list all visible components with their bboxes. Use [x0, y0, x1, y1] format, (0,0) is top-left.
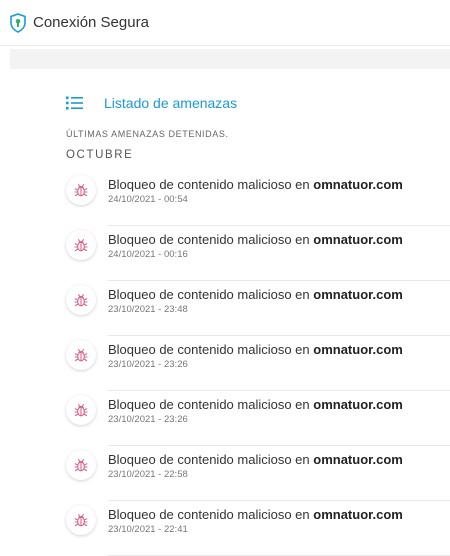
- threat-message-text: Bloqueo de contenido malicioso en: [108, 232, 314, 247]
- threat-domain: omnatuor.com: [313, 232, 403, 247]
- threat-text: Bloqueo de contenido malicioso en omnatu…: [108, 232, 403, 260]
- threat-domain: omnatuor.com: [313, 287, 403, 302]
- threat-text: Bloqueo de contenido malicioso en omnatu…: [108, 397, 403, 425]
- threat-item[interactable]: Bloqueo de contenido malicioso en omnatu…: [66, 226, 450, 281]
- threat-text: Bloqueo de contenido malicioso en omnatu…: [108, 452, 403, 480]
- threat-message-text: Bloqueo de contenido malicioso en: [108, 452, 314, 467]
- threat-domain: omnatuor.com: [313, 177, 403, 192]
- threat-message-text: Bloqueo de contenido malicioso en: [108, 287, 314, 302]
- threat-message: Bloqueo de contenido malicioso en omnatu…: [108, 452, 403, 467]
- recent-threats-caption: ÚLTIMAS AMENAZAS DETENIDAS.: [66, 129, 229, 139]
- bug-icon: [74, 184, 88, 197]
- threat-timestamp: 24/10/2021 - 00:54: [108, 194, 188, 205]
- threat-list: Bloqueo de contenido malicioso en omnatu…: [66, 171, 450, 556]
- list-icon: [66, 96, 83, 110]
- threat-message-text: Bloqueo de contenido malicioso en: [108, 342, 314, 357]
- bug-icon: [74, 404, 88, 417]
- threat-message-text: Bloqueo de contenido malicioso en: [108, 177, 314, 192]
- threat-timestamp: 23/10/2021 - 22:41: [108, 524, 188, 535]
- threat-timestamp: 23/10/2021 - 23:48: [108, 304, 188, 315]
- threat-avatar: [66, 285, 96, 315]
- threat-message: Bloqueo de contenido malicioso en omnatu…: [108, 287, 403, 302]
- threat-message: Bloqueo de contenido malicioso en omnatu…: [108, 177, 403, 192]
- threat-message: Bloqueo de contenido malicioso en omnatu…: [108, 232, 403, 247]
- threat-text: Bloqueo de contenido malicioso en omnatu…: [108, 507, 403, 535]
- threat-avatar: [66, 450, 96, 480]
- threat-text: Bloqueo de contenido malicioso en omnatu…: [108, 342, 403, 370]
- bug-icon: [74, 514, 88, 527]
- bug-icon: [74, 349, 88, 362]
- bug-icon: [74, 294, 88, 307]
- threat-avatar: [66, 340, 96, 370]
- threat-avatar: [66, 230, 96, 260]
- threat-item[interactable]: Bloqueo de contenido malicioso en omnatu…: [66, 281, 450, 336]
- app-title: Conexión Segura: [33, 14, 149, 31]
- bug-icon: [74, 239, 88, 252]
- threat-timestamp: 24/10/2021 - 00:16: [108, 249, 188, 260]
- threats-panel: Listado de amenazas ÚLTIMAS AMENAZAS DET…: [0, 91, 450, 556]
- threat-text: Bloqueo de contenido malicioso en omnatu…: [108, 287, 403, 315]
- toolbar-strip: [10, 49, 450, 69]
- threat-item[interactable]: Bloqueo de contenido malicioso en omnatu…: [66, 171, 450, 226]
- bug-icon: [74, 459, 88, 472]
- threat-timestamp: 23/10/2021 - 23:26: [108, 414, 188, 425]
- app-header: Conexión Segura: [0, 0, 450, 46]
- threat-domain: omnatuor.com: [313, 342, 403, 357]
- threat-list-link[interactable]: Listado de amenazas: [66, 91, 450, 115]
- threat-text: Bloqueo de contenido malicioso en omnatu…: [108, 177, 403, 205]
- threat-item[interactable]: Bloqueo de contenido malicioso en omnatu…: [66, 391, 450, 446]
- threat-message: Bloqueo de contenido malicioso en omnatu…: [108, 507, 403, 522]
- threat-timestamp: 23/10/2021 - 22:58: [108, 469, 188, 480]
- threat-avatar: [66, 505, 96, 535]
- threat-message-text: Bloqueo de contenido malicioso en: [108, 397, 314, 412]
- shield-lock-icon: [10, 12, 26, 33]
- threat-message: Bloqueo de contenido malicioso en omnatu…: [108, 342, 403, 357]
- threat-item[interactable]: Bloqueo de contenido malicioso en omnatu…: [66, 446, 450, 501]
- month-heading: OCTUBRE: [66, 149, 134, 161]
- threat-domain: omnatuor.com: [313, 452, 403, 467]
- threat-avatar: [66, 175, 96, 205]
- threat-item[interactable]: Bloqueo de contenido malicioso en omnatu…: [66, 336, 450, 391]
- threat-domain: omnatuor.com: [313, 397, 403, 412]
- threat-list-label: Listado de amenazas: [104, 95, 238, 111]
- threat-avatar: [66, 395, 96, 425]
- threat-message: Bloqueo de contenido malicioso en omnatu…: [108, 397, 403, 412]
- threat-message-text: Bloqueo de contenido malicioso en: [108, 507, 314, 522]
- threat-timestamp: 23/10/2021 - 23:26: [108, 359, 188, 370]
- threat-domain: omnatuor.com: [313, 507, 403, 522]
